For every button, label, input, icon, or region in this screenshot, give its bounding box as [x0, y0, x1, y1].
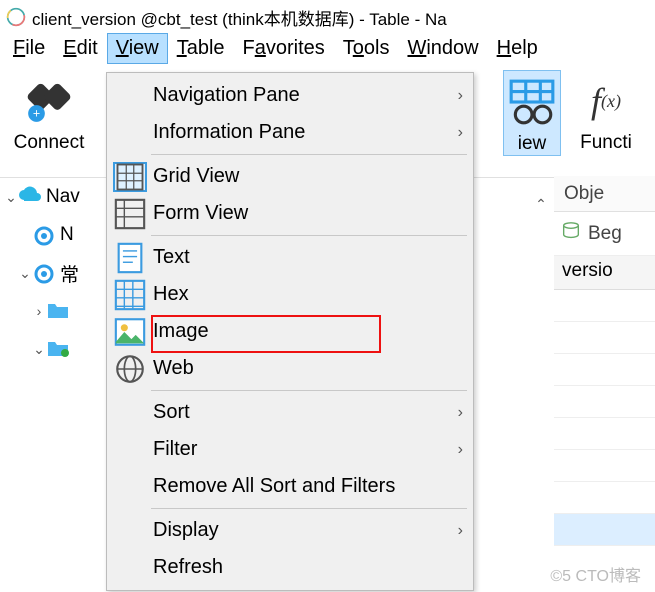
function-fx-icon: f(x) — [581, 76, 631, 126]
menu-view[interactable]: View — [107, 33, 168, 64]
submenu-arrow-icon: › — [458, 404, 463, 422]
grid-icon — [113, 162, 147, 192]
menu-filter[interactable]: Filter › — [109, 431, 471, 468]
folder-icon — [46, 300, 70, 322]
blank-icon — [113, 516, 147, 546]
table-row[interactable] — [554, 514, 655, 546]
chevron-down-icon[interactable]: ⌄ — [18, 265, 32, 282]
toolbar-view[interactable]: iew — [503, 70, 561, 156]
menu-information-pane[interactable]: Information Pane › — [109, 114, 471, 151]
menu-remove-sort-filters[interactable]: Remove All Sort and Filters — [109, 468, 471, 505]
toolbar-function-label: Functi — [580, 132, 632, 154]
menu-text[interactable]: Text — [109, 239, 471, 276]
table-row[interactable] — [554, 322, 655, 354]
table-glasses-icon — [507, 77, 557, 127]
menu-image[interactable]: Image — [109, 313, 471, 350]
separator — [151, 508, 467, 509]
tree-item-1-label: N — [60, 224, 74, 246]
blank-icon — [113, 398, 147, 428]
begin-transaction-icon — [560, 220, 582, 248]
menu-edit[interactable]: Edit — [54, 33, 106, 64]
chevron-right-icon[interactable]: › — [32, 303, 46, 319]
view-dropdown: Navigation Pane › Information Pane › Gri… — [106, 72, 474, 591]
hex-icon — [113, 280, 147, 310]
toolbar-function[interactable]: f(x) Functi — [561, 70, 651, 154]
submenu-arrow-icon: › — [458, 522, 463, 540]
submenu-arrow-icon: › — [458, 124, 463, 142]
tree-item-1[interactable]: N — [4, 216, 90, 254]
menu-favorites[interactable]: Favorites — [234, 33, 334, 64]
column-header-version[interactable]: versio — [554, 256, 655, 290]
blank-icon — [113, 81, 147, 111]
submenu-arrow-icon: › — [458, 441, 463, 459]
menu-navigation-pane[interactable]: Navigation Pane › — [109, 77, 471, 114]
scroll-up-icon[interactable]: ⌃ — [532, 196, 550, 214]
menu-display[interactable]: Display › — [109, 512, 471, 549]
tree-root[interactable]: ⌄ Nav — [4, 178, 90, 216]
tree-item-3[interactable]: › — [4, 292, 90, 330]
table-row[interactable] — [554, 450, 655, 482]
menu-sort[interactable]: Sort › — [109, 394, 471, 431]
tab-objects[interactable]: Obje — [554, 176, 655, 212]
database-icon — [32, 224, 56, 246]
menu-refresh[interactable]: Refresh — [109, 549, 471, 586]
tree-item-2-label: 常 — [60, 260, 79, 287]
toolbar-connection-label: Connect — [14, 132, 85, 154]
menu-table[interactable]: Table — [168, 33, 234, 64]
table-row[interactable] — [554, 354, 655, 386]
form-icon — [113, 199, 147, 229]
menu-window[interactable]: Window — [398, 33, 487, 64]
menu-file[interactable]: File — [4, 33, 54, 64]
table-row[interactable] — [554, 482, 655, 514]
separator — [151, 235, 467, 236]
menu-web[interactable]: Web — [109, 350, 471, 387]
blank-icon — [113, 118, 147, 148]
table-row[interactable] — [554, 418, 655, 450]
menu-tools[interactable]: Tools — [334, 33, 399, 64]
table-row[interactable] — [554, 386, 655, 418]
database-icon — [32, 262, 56, 284]
text-file-icon — [113, 243, 147, 273]
globe-icon — [113, 354, 147, 384]
tree-item-4[interactable]: ⌄ — [4, 330, 90, 368]
right-panel: Obje Beg versio — [554, 176, 655, 546]
window-title: client_version @cbt_test (think本机数据库) - … — [32, 5, 447, 30]
menu-hex[interactable]: Hex — [109, 276, 471, 313]
plug-icon: + — [24, 76, 74, 126]
menu-bar: File Edit View Table Favorites Tools Win… — [0, 32, 655, 68]
toolbar-view-label: iew — [518, 133, 547, 155]
blank-icon — [113, 553, 147, 583]
watermark: ©5 CTO博客 — [550, 562, 641, 586]
folder-open-icon — [46, 338, 70, 360]
menu-help[interactable]: Help — [488, 33, 547, 64]
toolbar-begin[interactable]: Beg — [554, 212, 655, 256]
chevron-down-icon[interactable]: ⌄ — [4, 189, 18, 206]
image-icon — [113, 317, 147, 347]
tree-root-label: Nav — [46, 186, 80, 208]
title-bar: client_version @cbt_test (think本机数据库) - … — [0, 0, 655, 32]
chevron-down-icon[interactable]: ⌄ — [32, 341, 46, 358]
connection-tree: ⌄ Nav N ⌄ 常 › ⌄ — [0, 176, 90, 368]
tree-item-2[interactable]: ⌄ 常 — [4, 254, 90, 292]
cloud-icon — [18, 186, 42, 208]
svg-text:+: + — [33, 107, 40, 121]
menu-grid-view[interactable]: Grid View — [109, 158, 471, 195]
separator — [151, 154, 467, 155]
submenu-arrow-icon: › — [458, 87, 463, 105]
toolbar-connection[interactable]: + Connect — [4, 70, 94, 154]
app-logo-icon — [6, 7, 26, 27]
blank-icon — [113, 472, 147, 502]
table-row[interactable] — [554, 290, 655, 322]
blank-icon — [113, 435, 147, 465]
menu-form-view[interactable]: Form View — [109, 195, 471, 232]
separator — [151, 390, 467, 391]
